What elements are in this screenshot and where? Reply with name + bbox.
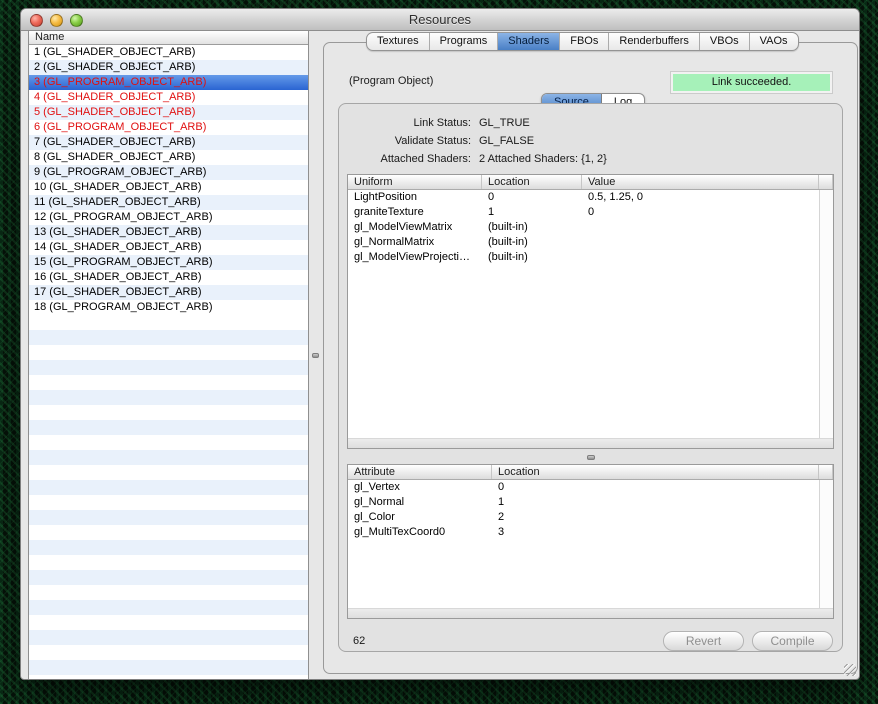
list-item[interactable]: 6 (GL_PROGRAM_OBJECT_ARB) bbox=[29, 120, 308, 135]
cell-uniform: gl_ModelViewProjecti… bbox=[348, 250, 482, 265]
list-item[interactable]: 8 (GL_SHADER_OBJECT_ARB) bbox=[29, 150, 308, 165]
splitter-grip-icon bbox=[312, 353, 319, 358]
info-row-validate-status: Validate Status: GL_FALSE bbox=[341, 135, 821, 153]
cell-value bbox=[582, 235, 833, 250]
link-status-badge: Link succeeded. bbox=[671, 72, 832, 93]
list-item[interactable]: 16 (GL_SHADER_OBJECT_ARB) bbox=[29, 270, 308, 285]
cell-location: 1 bbox=[482, 205, 582, 220]
attribute-table: Attribute Location gl_Vertex 0 gl_Normal… bbox=[347, 464, 834, 619]
list-item[interactable]: 12 (GL_PROGRAM_OBJECT_ARB) bbox=[29, 210, 308, 225]
column-header-location[interactable]: Location bbox=[482, 175, 582, 189]
table-row[interactable]: gl_Normal 1 bbox=[348, 495, 833, 510]
list-item[interactable]: 14 (GL_SHADER_OBJECT_ARB) bbox=[29, 240, 308, 255]
info-row-attached-shaders: Attached Shaders: 2 Attached Shaders: {1… bbox=[341, 153, 821, 171]
vertical-scrollbar[interactable] bbox=[819, 480, 833, 608]
cell-location: 1 bbox=[492, 495, 833, 510]
cell-attribute: gl_Color bbox=[348, 510, 492, 525]
list-item[interactable]: 2 (GL_SHADER_OBJECT_ARB) bbox=[29, 60, 308, 75]
list-item[interactable]: 5 (GL_SHADER_OBJECT_ARB) bbox=[29, 105, 308, 120]
tab-renderbuffers[interactable]: Renderbuffers bbox=[608, 33, 699, 50]
column-header-attribute[interactable]: Attribute bbox=[348, 465, 492, 479]
table-row[interactable]: gl_MultiTexCoord0 3 bbox=[348, 525, 833, 540]
horizontal-scrollbar[interactable] bbox=[348, 438, 833, 448]
column-header-value[interactable]: Value bbox=[582, 175, 819, 189]
tab-fbos[interactable]: FBOs bbox=[559, 33, 608, 50]
tab-textures[interactable]: Textures bbox=[367, 33, 429, 50]
cell-uniform: graniteTexture bbox=[348, 205, 482, 220]
revert-button[interactable]: Revert bbox=[663, 631, 744, 651]
uniform-table-header: Uniform Location Value bbox=[348, 175, 833, 190]
list-item[interactable]: 13 (GL_SHADER_OBJECT_ARB) bbox=[29, 225, 308, 240]
list-item[interactable]: 15 (GL_PROGRAM_OBJECT_ARB) bbox=[29, 255, 308, 270]
titlebar[interactable]: Resources bbox=[21, 9, 859, 31]
cell-location: 0 bbox=[492, 480, 833, 495]
column-header-location[interactable]: Location bbox=[492, 465, 819, 479]
list-empty-area bbox=[29, 315, 308, 679]
table-row[interactable]: graniteTexture 1 0 bbox=[348, 205, 833, 220]
program-status-info: Link Status: GL_TRUE Validate Status: GL… bbox=[341, 117, 821, 171]
cell-value: 0.5, 1.25, 0 bbox=[582, 190, 833, 205]
horizontal-scrollbar[interactable] bbox=[348, 608, 833, 618]
list-item[interactable]: 4 (GL_SHADER_OBJECT_ARB) bbox=[29, 90, 308, 105]
window-title: Resources bbox=[21, 12, 859, 27]
uniform-table: Uniform Location Value LightPosition 0 0… bbox=[347, 174, 834, 449]
link-status-value: GL_TRUE bbox=[479, 117, 530, 135]
list-item[interactable]: 1 (GL_SHADER_OBJECT_ARB) bbox=[29, 45, 308, 60]
vertical-splitter[interactable] bbox=[309, 31, 322, 679]
object-type-label: (Program Object) bbox=[349, 75, 433, 87]
list-item[interactable]: 17 (GL_SHADER_OBJECT_ARB) bbox=[29, 285, 308, 300]
cell-value: 0 bbox=[582, 205, 833, 220]
table-row[interactable]: gl_Color 2 bbox=[348, 510, 833, 525]
list-item-selected[interactable]: 3 (GL_PROGRAM_OBJECT_ARB) bbox=[29, 75, 308, 90]
cell-attribute: gl_Vertex bbox=[348, 480, 492, 495]
cell-attribute: gl_MultiTexCoord0 bbox=[348, 525, 492, 540]
main-tab-bar: Textures Programs Shaders FBOs Renderbuf… bbox=[366, 32, 799, 51]
list-item[interactable]: 7 (GL_SHADER_OBJECT_ARB) bbox=[29, 135, 308, 150]
link-status-label: Link Status: bbox=[341, 117, 471, 135]
splitter-grip-icon bbox=[587, 455, 595, 460]
column-header-uniform[interactable]: Uniform bbox=[348, 175, 482, 189]
scrollbar-corner bbox=[819, 465, 833, 479]
attribute-table-header: Attribute Location bbox=[348, 465, 833, 480]
table-row[interactable]: gl_ModelViewMatrix (built-in) bbox=[348, 220, 833, 235]
cell-uniform: gl_ModelViewMatrix bbox=[348, 220, 482, 235]
tab-shaders[interactable]: Shaders bbox=[497, 33, 559, 50]
cell-value bbox=[582, 250, 833, 265]
shader-id-label: 62 bbox=[353, 635, 365, 647]
cell-uniform: LightPosition bbox=[348, 190, 482, 205]
resources-window: Resources Name 1 (GL_SHADER_OBJECT_ARB) … bbox=[20, 8, 860, 680]
info-row-link-status: Link Status: GL_TRUE bbox=[341, 117, 821, 135]
list-item[interactable]: 18 (GL_PROGRAM_OBJECT_ARB) bbox=[29, 300, 308, 315]
resource-list: Name 1 (GL_SHADER_OBJECT_ARB) 2 (GL_SHAD… bbox=[28, 31, 309, 679]
cell-location: 3 bbox=[492, 525, 833, 540]
attached-shaders-value: 2 Attached Shaders: {1, 2} bbox=[479, 153, 607, 171]
list-item[interactable]: 9 (GL_PROGRAM_OBJECT_ARB) bbox=[29, 165, 308, 180]
table-row[interactable]: gl_ModelViewProjecti… (built-in) bbox=[348, 250, 833, 265]
scrollbar-corner bbox=[819, 175, 833, 189]
compile-button[interactable]: Compile bbox=[752, 631, 833, 651]
list-item[interactable]: 10 (GL_SHADER_OBJECT_ARB) bbox=[29, 180, 308, 195]
cell-location: (built-in) bbox=[482, 220, 582, 235]
attached-shaders-label: Attached Shaders: bbox=[341, 153, 471, 171]
vertical-scrollbar[interactable] bbox=[819, 190, 833, 438]
cell-location: 0 bbox=[482, 190, 582, 205]
cell-value bbox=[582, 220, 833, 235]
tab-vaos[interactable]: VAOs bbox=[749, 33, 798, 50]
table-row[interactable]: LightPosition 0 0.5, 1.25, 0 bbox=[348, 190, 833, 205]
cell-location: 2 bbox=[492, 510, 833, 525]
cell-location: (built-in) bbox=[482, 250, 582, 265]
validate-status-value: GL_FALSE bbox=[479, 135, 534, 153]
window-resize-grip[interactable] bbox=[844, 664, 856, 676]
list-item[interactable]: 11 (GL_SHADER_OBJECT_ARB) bbox=[29, 195, 308, 210]
table-row[interactable]: gl_NormalMatrix (built-in) bbox=[348, 235, 833, 250]
tab-programs[interactable]: Programs bbox=[429, 33, 498, 50]
cell-location: (built-in) bbox=[482, 235, 582, 250]
list-column-header-name[interactable]: Name bbox=[29, 31, 308, 45]
horizontal-splitter[interactable] bbox=[581, 453, 601, 462]
validate-status-label: Validate Status: bbox=[341, 135, 471, 153]
table-row[interactable]: gl_Vertex 0 bbox=[348, 480, 833, 495]
cell-attribute: gl_Normal bbox=[348, 495, 492, 510]
cell-uniform: gl_NormalMatrix bbox=[348, 235, 482, 250]
tab-vbos[interactable]: VBOs bbox=[699, 33, 749, 50]
